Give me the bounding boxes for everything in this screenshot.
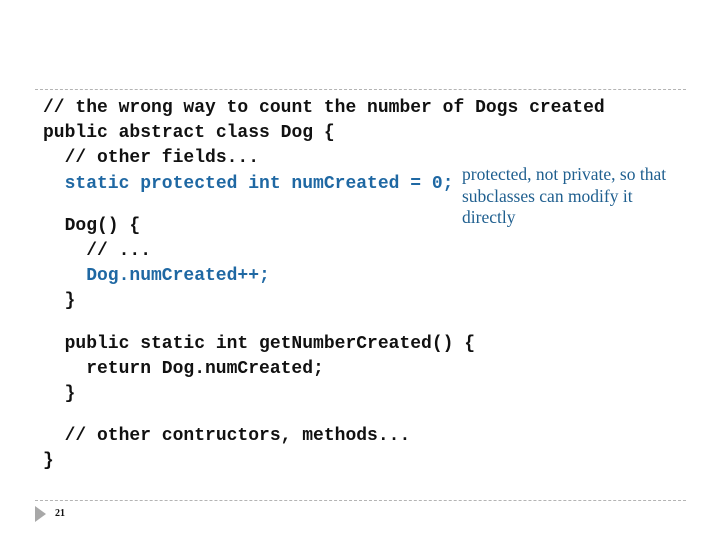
code-line: public abstract class Dog { xyxy=(43,123,335,144)
code-line: // other contructors, methods... xyxy=(64,426,411,447)
code-line: } xyxy=(43,451,54,472)
highlighted-code-line: Dog.numCreated++; xyxy=(86,266,270,287)
code-block: // the wrong way to count the number of … xyxy=(43,96,605,474)
page-number: 21 xyxy=(55,508,65,519)
code-line: // ... xyxy=(86,240,151,261)
bottom-divider xyxy=(35,500,686,501)
top-divider xyxy=(35,89,686,90)
triangle-right-icon xyxy=(35,506,46,522)
code-line: } xyxy=(64,291,76,312)
code-line: return Dog.numCreated; xyxy=(86,358,324,379)
code-line: public static int getNumberCreated() { xyxy=(64,333,476,354)
annotation-callout: protected, not private, so that subclass… xyxy=(462,164,712,229)
code-line: // the wrong way to count the number of … xyxy=(43,98,605,118)
code-line: } xyxy=(64,383,76,404)
annotation-line: directly xyxy=(462,207,516,227)
annotation-line: subclasses can modify it xyxy=(462,185,633,206)
annotation-line: protected, not private, so that xyxy=(462,164,667,184)
